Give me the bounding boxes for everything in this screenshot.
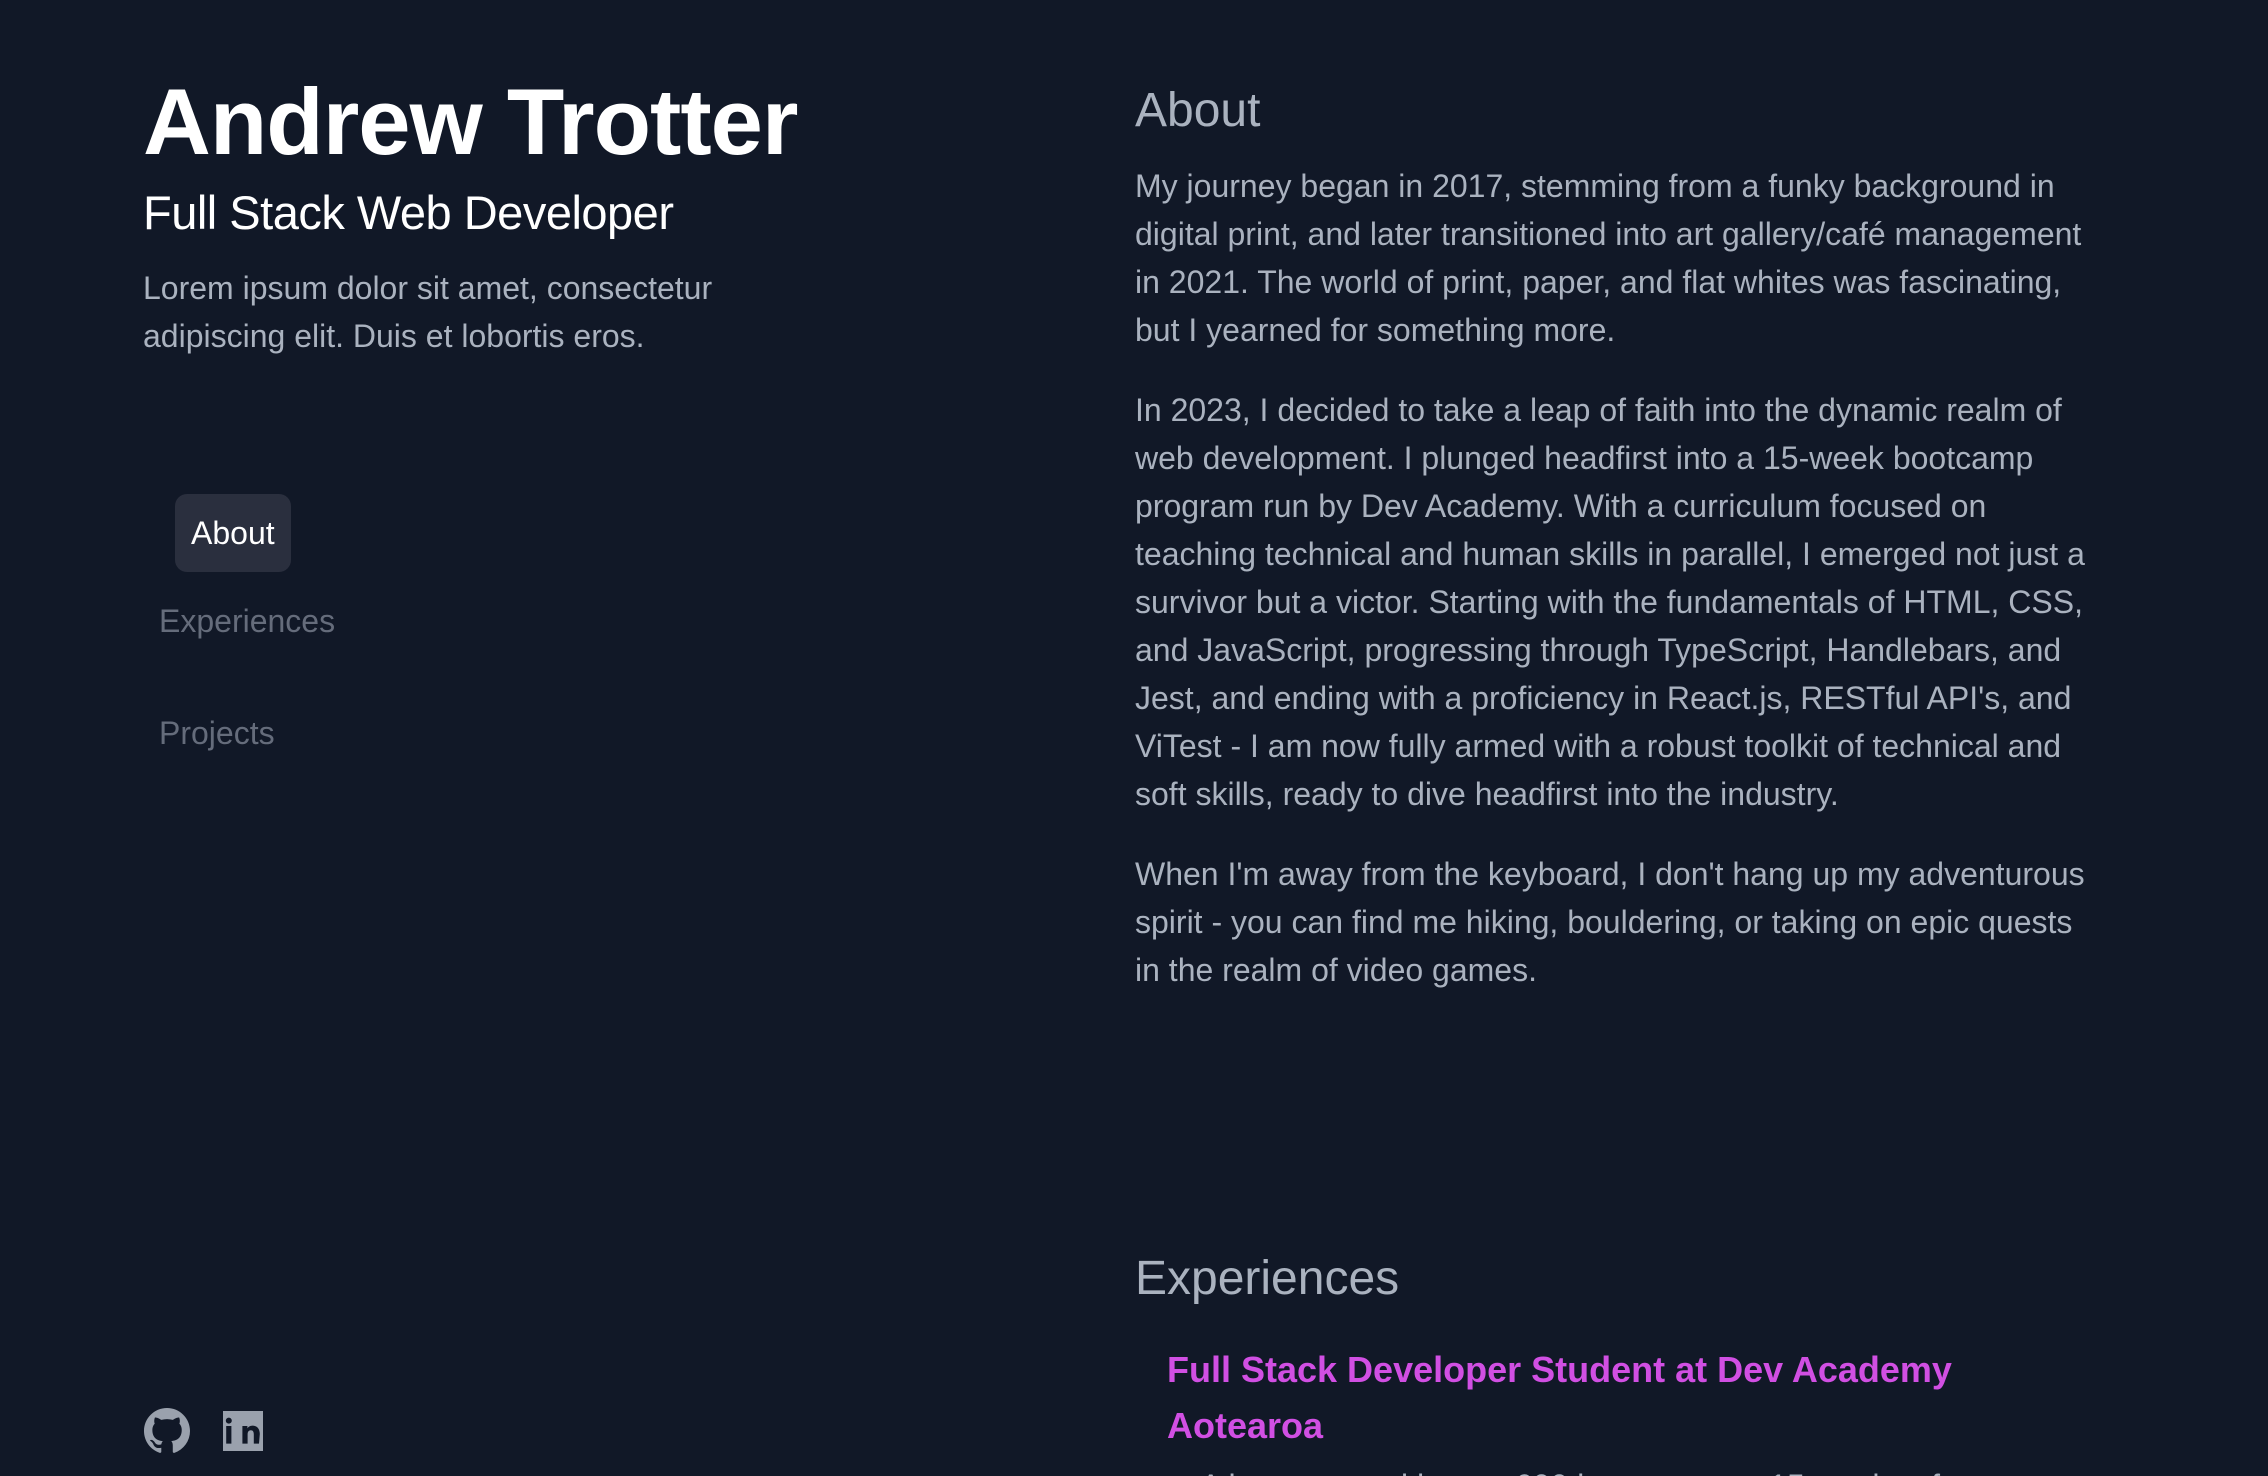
about-heading: About [1135,84,1261,137]
experience-title-link[interactable]: Full Stack Developer Student at Dev Acad… [1167,1342,2027,1454]
experiences-heading: Experiences [1135,1252,1400,1305]
intro-column: Andrew Trotter Full Stack Web Developer … [143,70,943,360]
nav-item-projects[interactable]: Projects [159,709,335,757]
page-title: Andrew Trotter [143,69,799,174]
github-link[interactable] [143,1407,191,1455]
github-icon [144,1408,191,1453]
linkedin-link[interactable] [219,1407,267,1455]
about-section: About My journey began in 2017, stemming… [1135,80,2095,994]
portfolio-page: Andrew Trotter Full Stack Web Developer … [0,0,2268,1476]
nav-item-about[interactable]: About [175,494,291,572]
about-paragraph: When I'm away from the keyboard, I don't… [1135,856,2085,988]
about-paragraph: In 2023, I decided to take a leap of fai… [1135,392,2085,812]
social-links [143,1407,267,1455]
job-title: Full Stack Web Developer [143,186,674,240]
nav-item-experiences[interactable]: Experiences [159,597,335,645]
tagline: Lorem ipsum dolor sit amet, consectetur … [143,269,713,354]
linkedin-icon [223,1411,263,1451]
section-nav: About Experiences Projects [159,494,335,757]
about-paragraph: My journey began in 2017, stemming from … [1135,168,2082,348]
experience-description: A bootcamp with over 600 hours across 15… [1200,1462,1940,1476]
